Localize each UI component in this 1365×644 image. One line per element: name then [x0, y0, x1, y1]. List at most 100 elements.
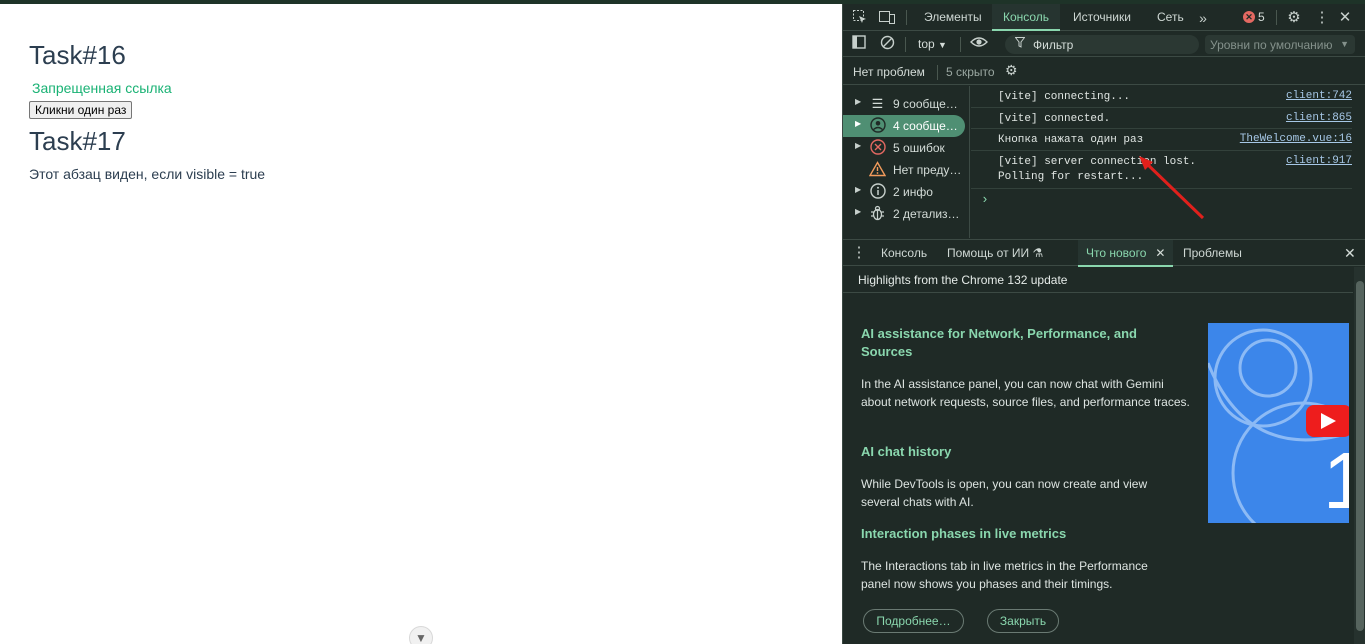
log-source-link[interactable]: TheWelcome.vue:16 [1240, 133, 1352, 145]
drawer-tab-whats-new[interactable]: Что нового ✕ [1078, 240, 1174, 267]
annotation-arrow-icon [1139, 156, 1205, 220]
tabbar-separator [1276, 10, 1277, 25]
hidden-count: 5 скрыто [946, 65, 995, 79]
chrome-update-video-thumbnail[interactable]: 1 [1208, 323, 1349, 523]
warning-icon [868, 161, 887, 178]
bug-icon [869, 205, 886, 222]
drawer-tab-label: Что нового [1086, 246, 1147, 260]
error-icon [869, 139, 886, 156]
console-settings-gear-icon[interactable]: ⚙ [1005, 62, 1018, 79]
sidebar-item-label: 4 сообще… [893, 119, 958, 133]
devtools-panel: Элементы Консоль Источники Сеть » ✕ 5 ⚙ … [842, 4, 1365, 644]
log-message: [vite] connected. [998, 113, 1111, 125]
log-message: [vite] connecting... [998, 91, 1131, 103]
section-body: The Interactions tab in live metrics in … [861, 559, 1148, 591]
click-once-button[interactable]: Кликни один раз [29, 101, 133, 119]
inspect-element-icon[interactable] [851, 9, 869, 27]
drawer-tab-console[interactable]: Консоль [881, 240, 927, 267]
close-whats-new-button[interactable]: Закрыть [987, 609, 1059, 633]
experiment-flask-icon: ⚗ [1032, 246, 1044, 260]
log-entry: [vite] connecting... client:742 [971, 86, 1352, 108]
close-tab-icon[interactable]: ✕ [1155, 246, 1165, 260]
forbidden-link[interactable]: Запрещенная ссылка [32, 80, 172, 96]
dropdown-arrow-icon: ▼ [938, 40, 947, 50]
issues-bar: Нет проблем 5 скрыто ⚙ [843, 58, 1365, 85]
whats-new-scrollbar[interactable] [1354, 267, 1365, 644]
sidebar-toggle-icon[interactable] [850, 35, 868, 53]
log-source-link[interactable]: client:865 [1286, 112, 1352, 124]
settings-gear-icon[interactable]: ⚙ [1285, 9, 1303, 27]
task17-heading: Task#17 [29, 126, 126, 156]
sidebar-item-label: 2 детализ… [893, 207, 960, 221]
drawer-tab-issues[interactable]: Проблемы [1183, 240, 1242, 267]
section-title[interactable]: AI assistance for Network, Performance, … [861, 325, 1171, 361]
list-icon: ☰ [871, 96, 884, 111]
section-title[interactable]: AI chat history [861, 443, 1171, 461]
expand-triangle-icon: ▶ [855, 97, 862, 106]
whats-new-header-text: Highlights from the Chrome 132 update [858, 273, 1068, 287]
sidebar-item-label: 5 ошибок [893, 141, 945, 155]
log-source-link[interactable]: client:742 [1286, 90, 1352, 102]
learn-more-button[interactable]: Подробнее… [863, 609, 964, 633]
sidebar-item-info[interactable]: ▶ 2 инфо [843, 181, 965, 203]
log-source-link[interactable]: client:917 [1286, 155, 1352, 167]
user-icon [869, 117, 886, 134]
sidebar-item-warnings[interactable]: Нет преду… [843, 159, 965, 181]
dropdown-arrow-icon: ▼ [1340, 39, 1349, 49]
visible-paragraph: Этот абзац виден, если visible = true [29, 166, 266, 182]
error-badge-icon[interactable]: ✕ [1243, 11, 1255, 23]
sidebar-item-label: Нет преду… [893, 163, 962, 177]
clear-console-icon[interactable] [878, 35, 896, 53]
sidebar-item-user-messages[interactable]: ▶ 4 сообще… [843, 115, 965, 137]
scroll-down-icon[interactable]: ▼ [409, 626, 433, 644]
issues-separator [937, 65, 938, 80]
live-expression-eye-icon[interactable] [970, 35, 988, 53]
section-body: In the AI assistance panel, you can now … [861, 377, 1190, 409]
drawer-menu-icon[interactable]: ⋮ [850, 244, 868, 262]
expand-triangle-icon: ▶ [855, 141, 862, 150]
tab-console[interactable]: Консоль [992, 4, 1060, 31]
console-prompt-chevron-icon[interactable]: › [981, 192, 989, 207]
drawer-tab-label: Помощь от ИИ [947, 246, 1030, 260]
more-tabs-icon[interactable]: » [1194, 9, 1212, 27]
toolbar-separator [960, 37, 961, 52]
console-sidebar: ▶ ☰ 9 сообще… ▶ 4 сообще… ▶ 5 ошибок Нет… [843, 86, 970, 238]
tab-elements[interactable]: Элементы [924, 4, 982, 31]
error-count[interactable]: 5 [1258, 10, 1265, 24]
svg-text:1: 1 [1323, 436, 1349, 523]
devtools-tabbar: Элементы Консоль Источники Сеть » ✕ 5 ⚙ … [843, 4, 1365, 31]
whats-new-panel: Highlights from the Chrome 132 update AI… [843, 267, 1365, 644]
log-entry: [vite] connected. client:865 [971, 108, 1352, 129]
close-drawer-icon[interactable]: ✕ [1344, 245, 1356, 262]
task16-heading: Task#16 [29, 40, 126, 70]
device-toolbar-icon[interactable] [878, 9, 896, 27]
no-problems-label[interactable]: Нет проблем [853, 65, 925, 79]
scrollbar-thumb[interactable] [1356, 281, 1364, 631]
sidebar-item-errors[interactable]: ▶ 5 ошибок [843, 137, 965, 159]
sidebar-item-verbose[interactable]: ▶ 2 детализ… [843, 203, 965, 225]
log-entry: Кнопка нажата один раз TheWelcome.vue:16 [971, 129, 1352, 151]
console-toolbar: top ▼ Фильтр Уровни по умолчанию ▼ [843, 32, 1365, 57]
tabbar-separator [906, 10, 907, 25]
sidebar-item-label: 9 сообще… [893, 97, 958, 111]
filter-input[interactable]: Фильтр [1005, 35, 1199, 54]
tab-network[interactable]: Сеть [1157, 4, 1184, 31]
kebab-menu-icon[interactable]: ⋮ [1313, 9, 1331, 27]
context-selector[interactable]: top ▼ [918, 37, 947, 51]
section-title[interactable]: Interaction phases in live metrics [861, 525, 1171, 543]
info-icon [869, 183, 886, 200]
close-devtools-icon[interactable]: ✕ [1336, 9, 1354, 27]
log-levels-label: Уровни по умолчанию [1210, 38, 1333, 52]
context-label: top [918, 37, 935, 51]
expand-triangle-icon: ▶ [855, 185, 862, 194]
sidebar-item-messages[interactable]: ▶ ☰ 9 сообще… [843, 93, 965, 115]
log-message: Кнопка нажата один раз [998, 134, 1144, 146]
filter-funnel-icon [1014, 37, 1026, 51]
drawer-tabbar: ⋮ Консоль Помощь от ИИ ⚗ Что нового ✕ Про… [843, 239, 1365, 267]
filter-placeholder: Фильтр [1033, 38, 1074, 52]
drawer-tab-ai-help[interactable]: Помощь от ИИ ⚗ [947, 240, 1043, 267]
log-levels-select[interactable]: Уровни по умолчанию ▼ [1205, 35, 1355, 54]
tab-sources[interactable]: Источники [1073, 4, 1131, 31]
web-page: Task#16 Запрещенная ссылка Кликни один р… [0, 4, 842, 644]
toolbar-separator [905, 37, 906, 52]
